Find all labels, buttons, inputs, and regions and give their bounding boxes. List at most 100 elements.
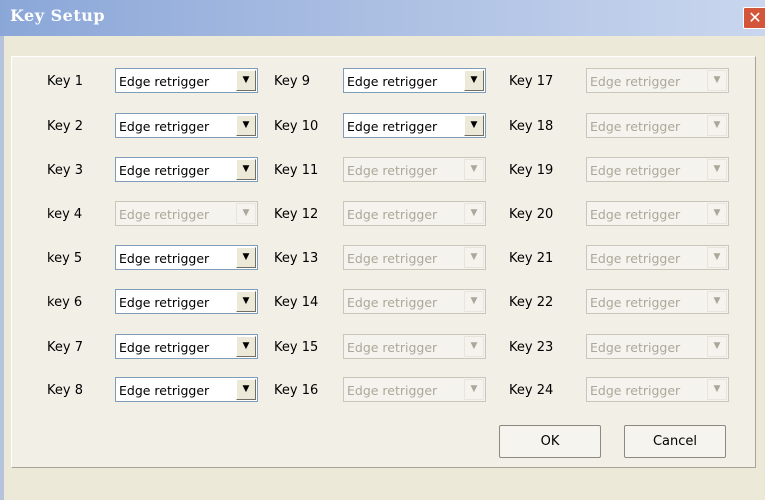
- key-label-22: Key 22: [509, 295, 554, 310]
- key-label-23: Key 23: [509, 340, 554, 355]
- key-12-dropdown-button: ▼: [464, 203, 484, 224]
- key-label-5: key 5: [47, 251, 83, 266]
- key-row-4: key 4 Edge retrigger ▼: [47, 201, 307, 226]
- key-23-mode-value: Edge retrigger: [590, 340, 681, 355]
- key-label-8: Key 8: [47, 383, 83, 398]
- key-4-mode-select: Edge retrigger ▼: [115, 201, 258, 226]
- key-2-mode-value: Edge retrigger: [119, 119, 210, 134]
- key-label-13: Key 13: [274, 251, 319, 266]
- key-15-mode-value: Edge retrigger: [347, 340, 438, 355]
- key-row-12: Key 12 Edge retrigger ▼: [274, 201, 534, 226]
- key-8-mode-select[interactable]: Edge retrigger ▼: [115, 377, 258, 402]
- key-23-dropdown-button: ▼: [707, 336, 727, 357]
- key-label-18: Key 18: [509, 119, 554, 134]
- chevron-down-icon: ▼: [713, 252, 721, 262]
- key-5-dropdown-button[interactable]: ▼: [236, 247, 256, 268]
- key-row-23: Key 23 Edge retrigger ▼: [509, 334, 765, 359]
- key-21-dropdown-button: ▼: [707, 247, 727, 268]
- chevron-down-icon: ▼: [713, 75, 721, 85]
- key-row-3: Key 3 Edge retrigger ▼: [47, 157, 307, 182]
- key-row-14: Key 14 Edge retrigger ▼: [274, 289, 534, 314]
- chevron-down-icon: ▼: [242, 384, 250, 394]
- key-label-4: key 4: [47, 207, 83, 222]
- key-16-mode-value: Edge retrigger: [347, 383, 438, 398]
- key-20-mode-select: Edge retrigger ▼: [586, 201, 729, 226]
- key-label-16: Key 16: [274, 383, 319, 398]
- title-bar[interactable]: Key Setup ✕: [0, 0, 765, 36]
- key-13-mode-value: Edge retrigger: [347, 251, 438, 266]
- key-9-mode-select[interactable]: Edge retrigger ▼: [343, 68, 486, 93]
- key-10-mode-select[interactable]: Edge retrigger ▼: [343, 113, 486, 138]
- key-3-dropdown-button[interactable]: ▼: [236, 159, 256, 180]
- key-2-mode-select[interactable]: Edge retrigger ▼: [115, 113, 258, 138]
- key-row-22: Key 22 Edge retrigger ▼: [509, 289, 765, 314]
- key-14-mode-value: Edge retrigger: [347, 295, 438, 310]
- key-label-3: Key 3: [47, 163, 83, 178]
- key-row-7: Key 7 Edge retrigger ▼: [47, 334, 307, 359]
- key-11-mode-select: Edge retrigger ▼: [343, 157, 486, 182]
- key-6-mode-value: Edge retrigger: [119, 295, 210, 310]
- key-18-mode-select: Edge retrigger ▼: [586, 113, 729, 138]
- key-5-mode-select[interactable]: Edge retrigger ▼: [115, 245, 258, 270]
- key-label-12: Key 12: [274, 207, 319, 222]
- chevron-down-icon: ▼: [242, 120, 250, 130]
- key-label-17: Key 17: [509, 74, 554, 89]
- key-9-dropdown-button[interactable]: ▼: [464, 70, 484, 91]
- key-label-15: Key 15: [274, 340, 319, 355]
- chevron-down-icon: ▼: [470, 384, 478, 394]
- key-8-mode-value: Edge retrigger: [119, 383, 210, 398]
- ok-button[interactable]: OK: [499, 425, 601, 458]
- key-row-16: Key 16 Edge retrigger ▼: [274, 377, 534, 402]
- key-12-mode-value: Edge retrigger: [347, 207, 438, 222]
- key-1-mode-value: Edge retrigger: [119, 74, 210, 89]
- key-setup-dialog: Key Setup ✕ Key 1 Edge retrigger ▼ Key 2 Edg…: [0, 0, 765, 500]
- window-title: Key Setup: [10, 6, 106, 25]
- key-8-dropdown-button[interactable]: ▼: [236, 379, 256, 400]
- close-button[interactable]: ✕: [743, 7, 765, 29]
- key-10-dropdown-button[interactable]: ▼: [464, 115, 484, 136]
- key-1-mode-select[interactable]: Edge retrigger ▼: [115, 68, 258, 93]
- chevron-down-icon: ▼: [713, 120, 721, 130]
- key-22-mode-value: Edge retrigger: [590, 295, 681, 310]
- key-label-2: Key 2: [47, 119, 83, 134]
- key-6-dropdown-button[interactable]: ▼: [236, 291, 256, 312]
- key-17-mode-value: Edge retrigger: [590, 74, 681, 89]
- key-row-20: Key 20 Edge retrigger ▼: [509, 201, 765, 226]
- key-row-19: Key 19 Edge retrigger ▼: [509, 157, 765, 182]
- key-24-mode-select: Edge retrigger ▼: [586, 377, 729, 402]
- key-4-dropdown-button: ▼: [236, 203, 256, 224]
- key-row-13: Key 13 Edge retrigger ▼: [274, 245, 534, 270]
- key-7-mode-select[interactable]: Edge retrigger ▼: [115, 334, 258, 359]
- key-15-mode-select: Edge retrigger ▼: [343, 334, 486, 359]
- key-17-dropdown-button: ▼: [707, 70, 727, 91]
- key-6-mode-select[interactable]: Edge retrigger ▼: [115, 289, 258, 314]
- key-7-mode-value: Edge retrigger: [119, 340, 210, 355]
- chevron-down-icon: ▼: [242, 296, 250, 306]
- chevron-down-icon: ▼: [470, 75, 478, 85]
- chevron-down-icon: ▼: [470, 208, 478, 218]
- key-1-dropdown-button[interactable]: ▼: [236, 70, 256, 91]
- cancel-button[interactable]: Cancel: [624, 425, 726, 458]
- window-left-border: [0, 36, 4, 500]
- chevron-down-icon: ▼: [242, 164, 250, 174]
- key-label-14: Key 14: [274, 295, 319, 310]
- key-7-dropdown-button[interactable]: ▼: [236, 336, 256, 357]
- key-label-21: Key 21: [509, 251, 554, 266]
- chevron-down-icon: ▼: [713, 341, 721, 351]
- key-11-mode-value: Edge retrigger: [347, 163, 438, 178]
- key-17-mode-select: Edge retrigger ▼: [586, 68, 729, 93]
- key-19-mode-value: Edge retrigger: [590, 163, 681, 178]
- chevron-down-icon: ▼: [713, 208, 721, 218]
- key-5-mode-value: Edge retrigger: [119, 251, 210, 266]
- key-row-18: Key 18 Edge retrigger ▼: [509, 113, 765, 138]
- key-14-mode-select: Edge retrigger ▼: [343, 289, 486, 314]
- ok-button-label: OK: [540, 434, 560, 449]
- chevron-down-icon: ▼: [242, 341, 250, 351]
- key-row-2: Key 2 Edge retrigger ▼: [47, 113, 307, 138]
- key-3-mode-select[interactable]: Edge retrigger ▼: [115, 157, 258, 182]
- key-2-dropdown-button[interactable]: ▼: [236, 115, 256, 136]
- key-label-1: Key 1: [47, 74, 83, 89]
- key-row-8: Key 8 Edge retrigger ▼: [47, 377, 307, 402]
- chevron-down-icon: ▼: [470, 341, 478, 351]
- key-label-6: key 6: [47, 295, 83, 310]
